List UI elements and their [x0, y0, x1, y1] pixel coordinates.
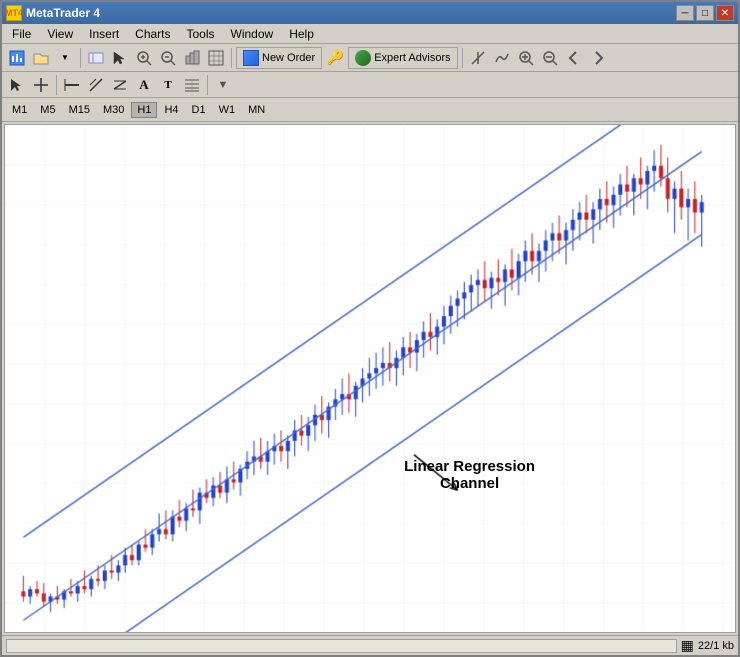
title-bar-left: MT4 MetaTrader 4 — [6, 5, 100, 21]
tf-mn[interactable]: MN — [242, 102, 271, 118]
tool-trendline[interactable] — [85, 74, 107, 96]
menu-view[interactable]: View — [39, 25, 81, 43]
toolbar-open[interactable] — [30, 47, 52, 69]
toolbar-timeframe: M1 M5 M15 M30 H1 H4 D1 W1 MN — [2, 98, 738, 122]
toolbar-indicators1[interactable] — [467, 47, 489, 69]
expert-icon — [355, 50, 371, 66]
tool-label[interactable]: T — [157, 74, 179, 96]
toolbar-drawing: A T ▼ — [2, 72, 738, 98]
close-button[interactable]: ✕ — [716, 5, 734, 21]
tool-text[interactable]: A — [133, 74, 155, 96]
tool-hline[interactable] — [61, 74, 83, 96]
tf-w1[interactable]: W1 — [213, 102, 242, 118]
tool-fibonaci[interactable] — [181, 74, 203, 96]
toolbar-grid[interactable] — [205, 47, 227, 69]
toolbar-properties[interactable] — [181, 47, 203, 69]
status-info: ▦ 22/1 kb — [681, 637, 734, 654]
toolbar-zoom-chart[interactable] — [515, 47, 537, 69]
separator-2 — [231, 48, 232, 68]
menu-tools[interactable]: Tools — [179, 25, 223, 43]
tf-h4[interactable]: H4 — [158, 102, 184, 118]
toolbar-scroll-left[interactable] — [563, 47, 585, 69]
toolbar-zoom-chart2[interactable] — [539, 47, 561, 69]
toolbar-indicators2[interactable] — [491, 47, 513, 69]
grid-icon: ▦ — [681, 637, 694, 654]
toolbar-scroll-right[interactable] — [587, 47, 609, 69]
horizontal-scrollbar[interactable] — [6, 639, 677, 653]
tool-channel[interactable] — [109, 74, 131, 96]
tool-arrow[interactable] — [6, 74, 28, 96]
menu-help[interactable]: Help — [281, 25, 322, 43]
toolbar-main: ▼ — [2, 44, 738, 72]
app-icon: MT4 — [6, 5, 22, 21]
status-bar: ▦ 22/1 kb — [2, 635, 738, 655]
maximize-button[interactable]: □ — [696, 5, 714, 21]
title-bar: MT4 MetaTrader 4 ─ □ ✕ — [2, 2, 738, 24]
toolbar-cursor[interactable] — [109, 47, 131, 69]
toolbar-zoom-out[interactable] — [157, 47, 179, 69]
toolbar-dropdown[interactable]: ▼ — [54, 47, 76, 69]
expert-advisors-label: Expert Advisors — [374, 52, 450, 64]
candlestick-chart — [5, 125, 735, 632]
toolbar-key[interactable]: 🔑 — [324, 47, 346, 69]
tool-color[interactable]: ▼ — [212, 74, 234, 96]
separator-5 — [207, 75, 208, 95]
menu-charts[interactable]: Charts — [127, 25, 178, 43]
main-window: MT4 MetaTrader 4 ─ □ ✕ File View Insert … — [0, 0, 740, 657]
minimize-button[interactable]: ─ — [676, 5, 694, 21]
separator-4 — [56, 75, 57, 95]
new-order-button[interactable]: New Order — [236, 47, 322, 69]
window-title: MetaTrader 4 — [26, 6, 100, 20]
tf-m5[interactable]: M5 — [34, 102, 61, 118]
menu-bar: File View Insert Charts Tools Window Hel… — [2, 24, 738, 44]
tf-m30[interactable]: M30 — [97, 102, 130, 118]
new-order-label: New Order — [262, 52, 315, 64]
chart-area[interactable]: Linear Regression Channel — [4, 124, 736, 633]
separator-1 — [80, 48, 81, 68]
tf-h1[interactable]: H1 — [131, 102, 157, 118]
title-controls: ─ □ ✕ — [676, 5, 734, 21]
tf-m1[interactable]: M1 — [6, 102, 33, 118]
tf-m15[interactable]: M15 — [63, 102, 96, 118]
separator-3 — [462, 48, 463, 68]
expert-advisors-button[interactable]: Expert Advisors — [348, 47, 457, 69]
menu-file[interactable]: File — [4, 25, 39, 43]
menu-window[interactable]: Window — [223, 25, 282, 43]
menu-insert[interactable]: Insert — [81, 25, 127, 43]
toolbar-profiles[interactable] — [85, 47, 107, 69]
status-text: 22/1 kb — [698, 640, 734, 652]
new-order-icon — [243, 50, 259, 66]
toolbar-new-chart[interactable] — [6, 47, 28, 69]
tool-crosshair[interactable] — [30, 74, 52, 96]
toolbar-zoom-in[interactable] — [133, 47, 155, 69]
tf-d1[interactable]: D1 — [186, 102, 212, 118]
